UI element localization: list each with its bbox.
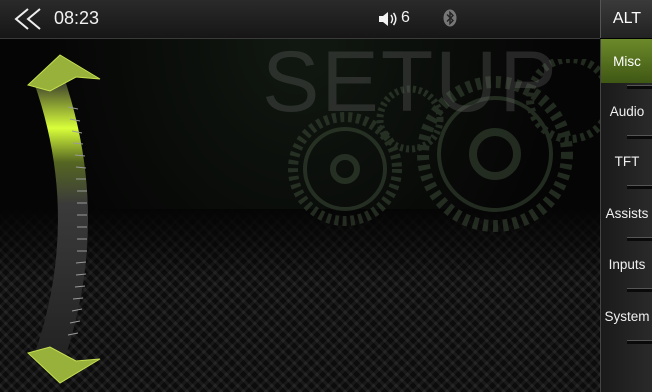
tab-label: Assists [605,205,649,221]
clock: 08:23 [54,8,100,28]
tab-tft[interactable]: TFT [601,139,652,189]
tab-misc[interactable]: Misc [601,39,652,89]
volume-level: 6 [401,9,410,26]
tab-label: TFT [614,153,640,169]
tab-assists[interactable]: Assists [601,191,652,241]
tab-system[interactable]: System [601,294,652,344]
status-bar: 08:23 6 [0,0,600,39]
scroll-slider[interactable] [20,47,120,392]
alt-button[interactable]: ALT [600,0,652,38]
double-chevron-left-icon[interactable] [10,7,46,31]
speaker-icon [379,12,397,26]
divider [627,237,652,241]
divider [627,288,652,292]
setup-screen: SETUP [0,39,600,392]
divider [627,185,652,189]
settings-sidebar: Misc Audio TFT Assists Inputs System [600,39,652,392]
tab-label: Inputs [608,256,646,272]
tab-audio[interactable]: Audio [601,89,652,139]
tab-label: Misc [613,53,641,69]
divider [627,340,652,344]
tab-label: System [604,308,650,324]
tab-label: Audio [609,103,645,119]
bluetooth-icon [443,9,457,27]
page-title: SETUP [262,39,559,130]
tab-inputs[interactable]: Inputs [601,242,652,292]
